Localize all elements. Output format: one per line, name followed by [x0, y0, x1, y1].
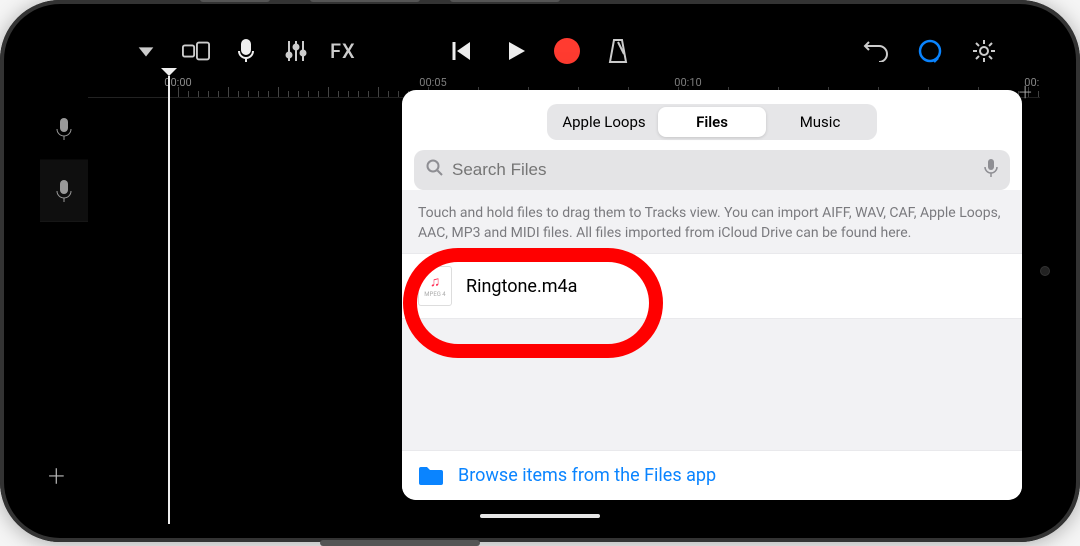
- play-button[interactable]: [500, 35, 532, 67]
- source-segmented-control: Apple Loops Files Music: [547, 104, 877, 140]
- track-headers: [40, 98, 88, 502]
- tab-apple-loops[interactable]: Apple Loops: [550, 107, 658, 137]
- audio-file-icon: ♫ MPEG 4: [418, 266, 452, 306]
- fx-button[interactable]: FX: [330, 39, 356, 63]
- search-icon: [426, 159, 444, 181]
- settings-button[interactable]: [968, 35, 1000, 67]
- folder-icon: [418, 466, 444, 486]
- rewind-button[interactable]: [446, 35, 478, 67]
- file-name: Ringtone.m4a: [466, 276, 577, 297]
- search-input[interactable]: [452, 160, 976, 180]
- search-bar[interactable]: [414, 150, 1010, 190]
- track-header[interactable]: [40, 160, 88, 222]
- metronome-button[interactable]: [602, 35, 634, 67]
- tab-files[interactable]: Files: [658, 107, 766, 137]
- help-text: Touch and hold files to drag them to Tra…: [402, 190, 1022, 253]
- file-item[interactable]: ♫ MPEG 4 Ringtone.m4a: [402, 253, 1022, 319]
- ruler-label: 00:05: [419, 76, 446, 89]
- mixer-icon[interactable]: [280, 35, 312, 67]
- track-header[interactable]: [40, 98, 88, 160]
- track-select-button[interactable]: [180, 35, 212, 67]
- browse-files-app-button[interactable]: Browse items from the Files app: [402, 450, 1022, 500]
- mic-icon[interactable]: [230, 35, 262, 67]
- browse-files-app-label: Browse items from the Files app: [458, 465, 716, 486]
- record-button[interactable]: [554, 38, 580, 64]
- dictation-icon[interactable]: [984, 158, 998, 182]
- home-indicator[interactable]: [480, 514, 600, 518]
- tab-music[interactable]: Music: [766, 107, 874, 137]
- files-popover: Apple Loops Files Music Touch and hold f…: [402, 90, 1022, 500]
- playhead[interactable]: [168, 76, 170, 524]
- undo-button[interactable]: [860, 35, 892, 67]
- loop-browser-button[interactable]: [914, 35, 946, 67]
- view-menu-button[interactable]: [130, 35, 162, 67]
- add-track-button[interactable]: +: [48, 459, 65, 494]
- toolbar: FX: [40, 26, 1040, 76]
